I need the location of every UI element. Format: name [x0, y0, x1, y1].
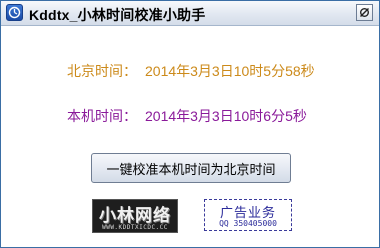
logo-left-subtext: WWW.KDDTXICDC.CC [102, 224, 168, 231]
window-title: Kddtx_小林时间校准小助手 [29, 7, 206, 23]
title-bar[interactable]: Kddtx_小林时间校准小助手 [1, 1, 379, 26]
local-time-label: 本机时间： [67, 108, 137, 124]
local-time-row: 本机时间： 2014年3月3日10时6分5秒 [67, 106, 307, 126]
advertising-link[interactable]: 广告业务 QQ 350405000 [204, 199, 292, 231]
ad-subtext: QQ 350405000 [219, 219, 277, 228]
close-button[interactable] [356, 4, 373, 21]
beijing-time-value: 2014年3月3日10时5分58秒 [145, 63, 315, 79]
clock-app-icon [6, 4, 23, 21]
app-window: Kddtx_小林时间校准小助手 北京时间： 2014年3月3日10时5分58秒 本… [0, 0, 380, 248]
close-icon [360, 8, 369, 17]
sync-time-button[interactable]: 一键校准本机时间为北京时间 [91, 153, 291, 183]
logo-left-text: 小林网络 [99, 206, 171, 225]
xiaolin-network-logo-link[interactable]: 小林网络 WWW.KDDTXICDC.CC [92, 199, 178, 233]
local-time-value: 2014年3月3日10时6分5秒 [145, 108, 307, 124]
beijing-time-row: 北京时间： 2014年3月3日10时5分58秒 [67, 61, 315, 81]
beijing-time-label: 北京时间： [67, 63, 137, 79]
